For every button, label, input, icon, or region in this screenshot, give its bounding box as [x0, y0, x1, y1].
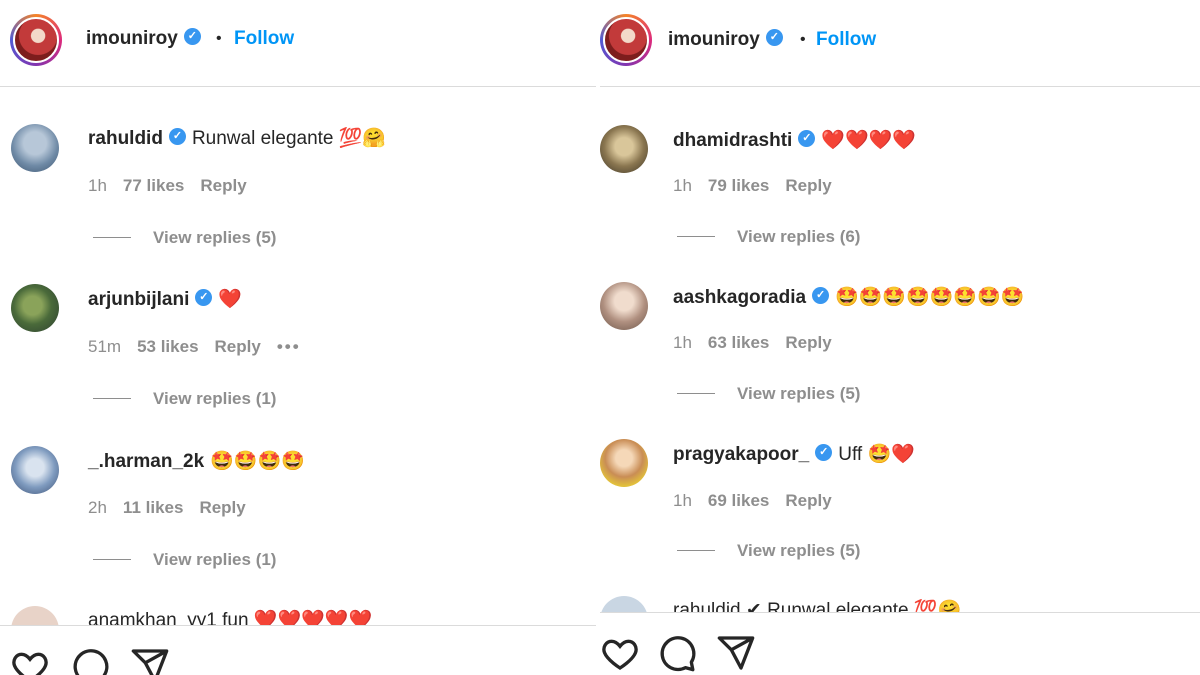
follow-button[interactable]: Follow	[234, 28, 294, 50]
comment-meta: 1h 63 likes Reply	[673, 333, 848, 353]
comment-likes[interactable]: 79 likes	[708, 176, 769, 195]
comment-avatar[interactable]	[600, 125, 648, 173]
reply-button[interactable]: Reply	[785, 176, 831, 195]
view-replies-button[interactable]: View replies (6)	[677, 227, 860, 247]
verified-badge-icon: ✓	[812, 287, 830, 305]
verified-badge-icon: ✓	[195, 289, 213, 307]
comment-text-line: pragyakapoor_ ✓ Uff 🤩❤️	[673, 442, 915, 466]
comment-avatar[interactable]	[11, 124, 59, 172]
right-comments-panel: imouniroy ✓ • Follow dhamidrashti ✓ ❤️❤️❤️❤…	[600, 0, 1200, 675]
comment-username[interactable]: pragyakapoor_	[673, 444, 809, 465]
header-username[interactable]: imouniroy ✓	[86, 28, 201, 50]
verified-badge-icon: ✓	[798, 130, 816, 148]
comment-text: ❤️	[218, 289, 243, 310]
comment-likes[interactable]: 77 likes	[123, 176, 184, 195]
reply-button[interactable]: Reply	[215, 337, 261, 356]
comment-time: 51m	[88, 337, 122, 356]
comment-avatar[interactable]	[11, 284, 59, 332]
comment-text-line: aashkagoradia ✓ 🤩🤩🤩🤩🤩🤩🤩🤩	[673, 285, 1024, 309]
comment-time: 1h	[88, 176, 107, 195]
comment-username[interactable]: dhamidrashti	[673, 130, 792, 151]
post-header: imouniroy ✓ • Follow	[0, 0, 596, 87]
comment-text: ❤️❤️❤️❤️	[821, 130, 916, 151]
view-replies-button[interactable]: View replies (1)	[93, 550, 276, 570]
reply-button[interactable]: Reply	[785, 491, 831, 510]
comment-time: 1h	[673, 491, 692, 510]
header-username[interactable]: imouniroy ✓	[668, 29, 783, 51]
profile-avatar[interactable]	[10, 14, 62, 66]
comment-meta: 51m 53 likes Reply •••	[88, 337, 317, 357]
comment-text: Uff 🤩❤️	[838, 444, 915, 465]
follow-button[interactable]: Follow	[816, 29, 876, 51]
reply-button[interactable]: Reply	[785, 333, 831, 352]
comment-likes[interactable]: 63 likes	[708, 333, 769, 352]
heart-icon[interactable]	[600, 633, 640, 673]
separator-dot: •	[800, 31, 806, 48]
left-comments-panel: imouniroy ✓ • Follow rahuldid ✓ Runwal eleg…	[0, 0, 596, 675]
comment-text: Runwal elegante 💯🤗	[191, 128, 387, 149]
reply-button[interactable]: Reply	[199, 498, 245, 517]
comment-text: 🤩🤩🤩🤩	[210, 451, 305, 472]
separator-dot: •	[216, 30, 222, 47]
view-replies-button[interactable]: View replies (5)	[677, 384, 860, 404]
more-options-icon[interactable]: •••	[277, 337, 301, 356]
comment-username[interactable]: _.harman_2k	[88, 451, 204, 472]
comment-likes[interactable]: 11 likes	[123, 498, 184, 517]
comment-username[interactable]: aashkagoradia	[673, 287, 806, 308]
share-icon[interactable]	[130, 646, 170, 675]
comment-meta: 1h 69 likes Reply	[673, 491, 848, 511]
heart-icon[interactable]	[10, 646, 50, 675]
verified-badge-icon: ✓	[765, 29, 783, 47]
comment-avatar[interactable]	[11, 446, 59, 494]
action-bar	[600, 612, 1200, 675]
action-bar	[0, 625, 596, 675]
profile-avatar[interactable]	[600, 14, 652, 66]
comment-meta: 1h 77 likes Reply	[88, 176, 263, 196]
verified-badge-icon: ✓	[183, 28, 201, 46]
comment-time: 1h	[673, 176, 692, 195]
comment-text-line: _.harman_2k 🤩🤩🤩🤩	[88, 449, 305, 473]
comment-likes[interactable]: 53 likes	[137, 337, 198, 356]
comment-text-line: rahuldid ✓ Runwal elegante 💯🤗	[88, 126, 386, 150]
comment-likes[interactable]: 69 likes	[708, 491, 769, 510]
comment-username[interactable]: arjunbijlani	[88, 289, 189, 310]
comment-meta: 2h 11 likes Reply	[88, 498, 262, 518]
comment-icon[interactable]	[657, 633, 697, 673]
verified-badge-icon: ✓	[815, 444, 833, 462]
comment-icon[interactable]	[70, 646, 110, 675]
comment-time: 1h	[673, 333, 692, 352]
comment-avatar[interactable]	[600, 282, 648, 330]
view-replies-button[interactable]: View replies (5)	[677, 541, 860, 561]
comment-text: 🤩🤩🤩🤩🤩🤩🤩🤩	[835, 287, 1025, 308]
reply-button[interactable]: Reply	[200, 176, 246, 195]
comment-username[interactable]: rahuldid	[88, 128, 163, 149]
view-replies-button[interactable]: View replies (5)	[93, 228, 276, 248]
post-header: imouniroy ✓ • Follow	[600, 0, 1200, 87]
share-icon[interactable]	[716, 633, 756, 673]
comment-time: 2h	[88, 498, 107, 517]
verified-badge-icon: ✓	[168, 128, 186, 146]
view-replies-button[interactable]: View replies (1)	[93, 389, 276, 409]
comment-text-line: arjunbijlani ✓ ❤️	[88, 287, 242, 311]
comment-avatar[interactable]	[600, 439, 648, 487]
comment-text-line: dhamidrashti ✓ ❤️❤️❤️❤️	[673, 128, 916, 152]
comment-meta: 1h 79 likes Reply	[673, 176, 848, 196]
